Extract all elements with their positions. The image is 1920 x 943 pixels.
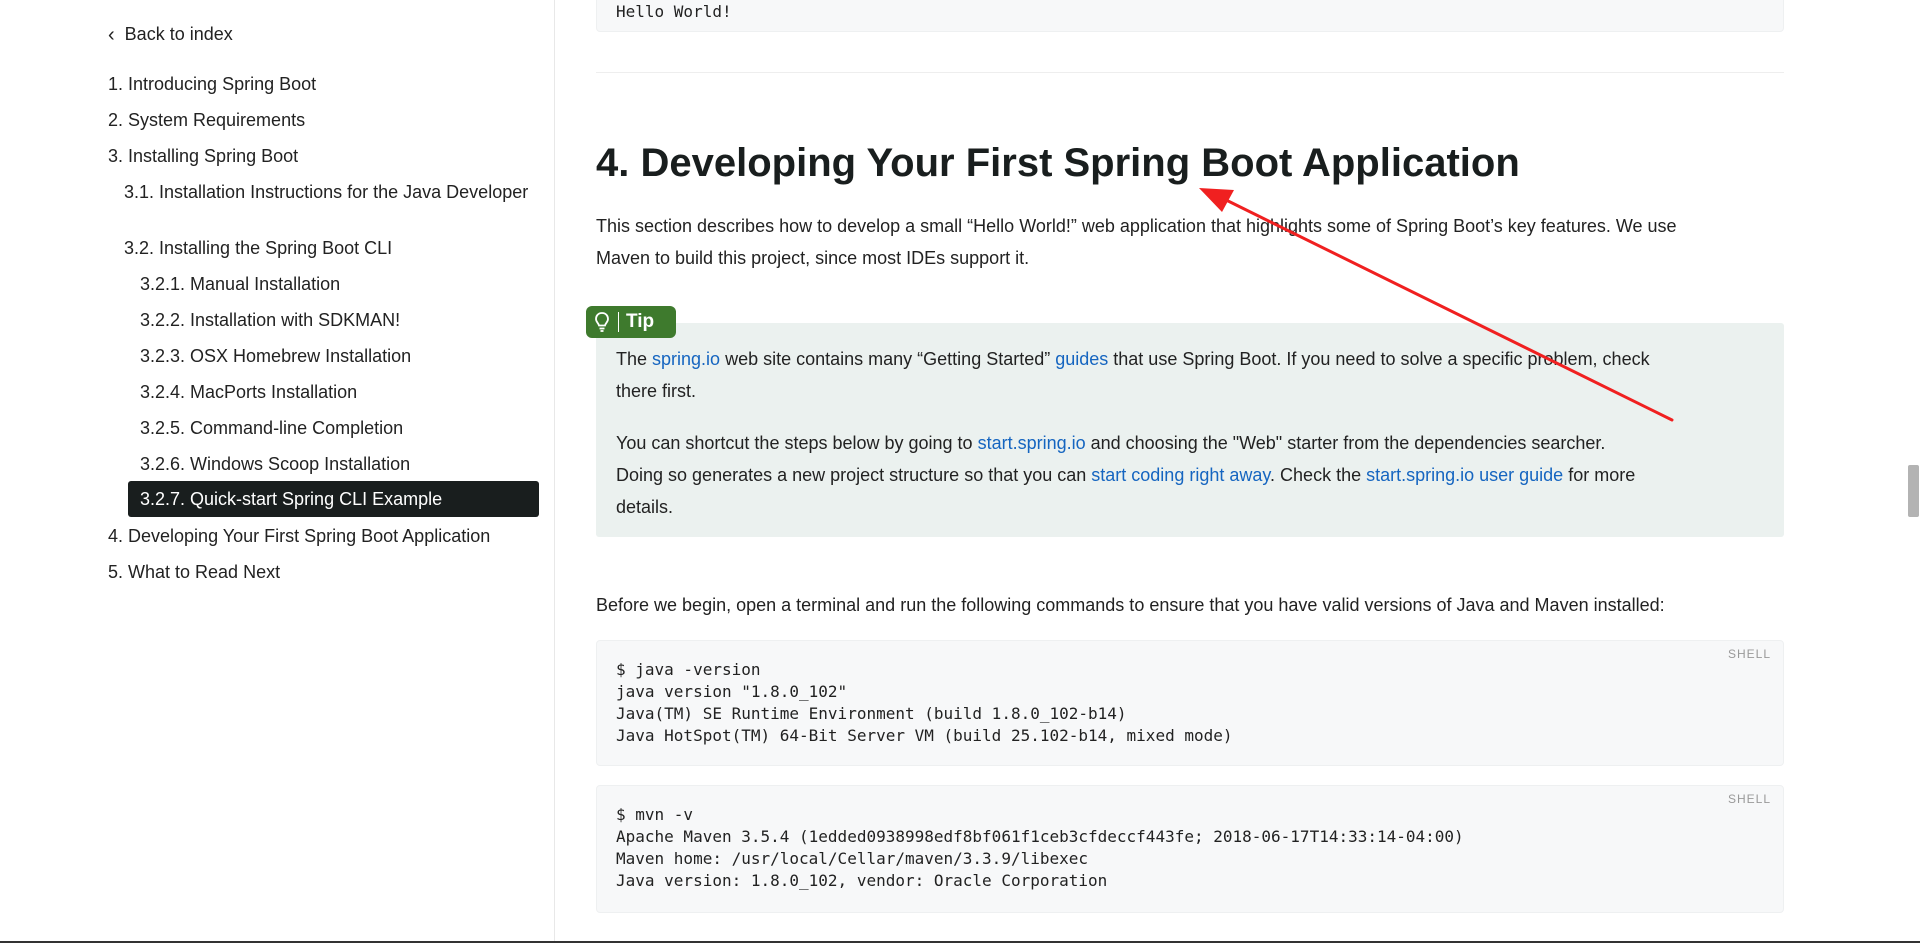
toc-item-installation-instructions[interactable]: 3.1. Installation Instructions for the J… bbox=[124, 182, 534, 202]
tip-p2-line-3: details. bbox=[616, 497, 674, 517]
code-lang-label: SHELL bbox=[1727, 647, 1771, 661]
spring-io-link[interactable]: spring.io bbox=[652, 349, 720, 369]
code-line: $ java -version bbox=[616, 660, 761, 679]
tip-p2-line-2: Doing so generates a new project structu… bbox=[616, 459, 1766, 491]
toc-item-sdkman[interactable]: 3.2.2. Installation with SDKMAN! bbox=[140, 310, 400, 330]
back-to-index-label: Back to index bbox=[124, 24, 233, 44]
toc-item-macports[interactable]: 3.2.4. MacPorts Installation bbox=[140, 382, 357, 402]
toc-item-command-line-completion[interactable]: 3.2.5. Command-line Completion bbox=[140, 418, 403, 438]
code-lang-label: SHELL bbox=[1727, 792, 1771, 806]
tip-label: Tip bbox=[626, 311, 655, 332]
tip-badge: Tip bbox=[586, 306, 676, 338]
code-line: Hello World! bbox=[616, 2, 732, 21]
code-block-hello-world: Hello World! bbox=[596, 0, 1784, 32]
code-line: Maven home: /usr/local/Cellar/maven/3.3.… bbox=[616, 849, 1089, 868]
intro-line-1: This section describes how to develop a … bbox=[596, 216, 1677, 236]
text: web site contains many “Getting Started” bbox=[720, 349, 1056, 369]
toc-item-system-requirements[interactable]: 2. System Requirements bbox=[108, 110, 305, 130]
chevron-left-icon: ‹ bbox=[108, 23, 115, 46]
text: You can shortcut the steps below by goin… bbox=[616, 433, 978, 453]
tip-p1-line-2: there first. bbox=[616, 381, 697, 401]
tip-admonition: The spring.io web site contains many “Ge… bbox=[596, 323, 1784, 537]
toc-item-installing-cli[interactable]: 3.2. Installing the Spring Boot CLI bbox=[124, 238, 392, 258]
toc-item-what-to-read-next[interactable]: 5. What to Read Next bbox=[108, 562, 280, 582]
toc-item-manual-installation[interactable]: 3.2.1. Manual Installation bbox=[140, 274, 340, 294]
toc-item-introducing[interactable]: 1. Introducing Spring Boot bbox=[108, 74, 316, 94]
start-spring-io-link[interactable]: start.spring.io bbox=[978, 433, 1086, 453]
tip-p2-line-1: You can shortcut the steps below by goin… bbox=[616, 427, 1766, 459]
intro-line-2: Maven to build this project, since most … bbox=[596, 248, 1030, 268]
code-line: java version "1.8.0_102" bbox=[616, 682, 848, 701]
guides-link[interactable]: guides bbox=[1055, 349, 1108, 369]
section-divider bbox=[596, 72, 1784, 73]
code-block-mvn-version: SHELL $ mvn -v Apache Maven 3.5.4 (1edde… bbox=[596, 785, 1784, 913]
main-content: Hello World! 4. Developing Your First Sp… bbox=[555, 0, 1905, 943]
tip-paragraph-2: You can shortcut the steps below by goin… bbox=[616, 427, 1766, 523]
page-scrollbar[interactable] bbox=[1905, 0, 1920, 943]
toc-item-quick-start-active[interactable]: 3.2.7. Quick-start Spring CLI Example bbox=[128, 481, 539, 517]
text: . Check the bbox=[1270, 465, 1367, 485]
user-guide-link[interactable]: start.spring.io user guide bbox=[1366, 465, 1563, 485]
start-coding-link[interactable]: start coding right away bbox=[1091, 465, 1270, 485]
code-line: Java(TM) SE Runtime Environment (build 1… bbox=[616, 704, 1127, 723]
text: for more bbox=[1563, 465, 1636, 485]
text: and choosing the "Web" starter from the … bbox=[1085, 433, 1606, 453]
code-line: Java HotSpot(TM) 64-Bit Server VM (build… bbox=[616, 726, 1233, 745]
code-line: Java version: 1.8.0_102, vendor: Oracle … bbox=[616, 871, 1108, 890]
back-to-index-link[interactable]: ‹ Back to index bbox=[108, 24, 233, 45]
intro-paragraph: This section describes how to develop a … bbox=[596, 210, 1786, 274]
code-block-java-version: SHELL $ java -version java version "1.8.… bbox=[596, 640, 1784, 766]
code-line: Apache Maven 3.5.4 (1edded0938998edf8bf0… bbox=[616, 827, 1464, 846]
text: that use Spring Boot. If you need to sol… bbox=[1108, 349, 1650, 369]
scrollbar-thumb[interactable] bbox=[1908, 465, 1919, 517]
code-line: $ mvn -v bbox=[616, 805, 694, 824]
badge-separator bbox=[618, 312, 619, 332]
before-begin-paragraph: Before we begin, open a terminal and run… bbox=[596, 595, 1665, 615]
text: Doing so generates a new project structu… bbox=[616, 465, 1092, 485]
section-title: 4. Developing Your First Spring Boot App… bbox=[596, 141, 1520, 185]
toc-item-windows-scoop[interactable]: 3.2.6. Windows Scoop Installation bbox=[140, 454, 410, 474]
tip-p1-line-1: The spring.io web site contains many “Ge… bbox=[616, 343, 1766, 375]
text: The bbox=[616, 349, 653, 369]
sidebar-toc: ‹ Back to index 1. Introducing Spring Bo… bbox=[0, 0, 555, 943]
lightbulb-icon bbox=[586, 311, 618, 333]
toc-item-installing[interactable]: 3. Installing Spring Boot bbox=[108, 146, 298, 166]
tip-paragraph-1: The spring.io web site contains many “Ge… bbox=[616, 343, 1766, 407]
toc-item-developing-first-app[interactable]: 4. Developing Your First Spring Boot App… bbox=[108, 526, 490, 546]
toc-item-homebrew[interactable]: 3.2.3. OSX Homebrew Installation bbox=[140, 346, 411, 366]
